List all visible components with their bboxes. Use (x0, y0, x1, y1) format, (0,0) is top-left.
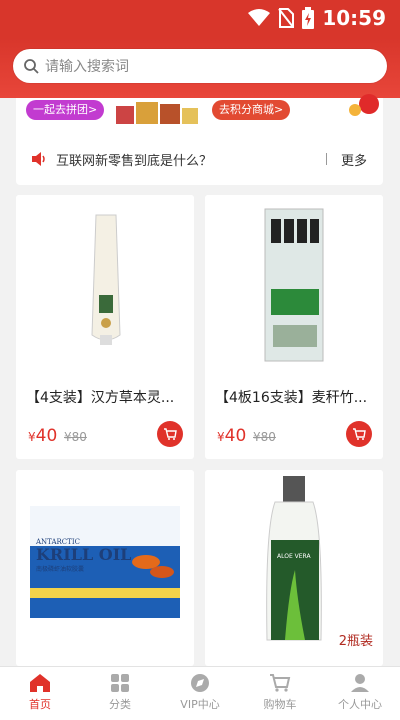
product-price: ¥40 (217, 426, 247, 446)
tab-label: 购物车 (263, 698, 297, 711)
person-icon (351, 674, 369, 692)
tab-label: VIP中心 (180, 698, 220, 711)
toothpaste-image (16, 195, 194, 375)
cart-icon (164, 428, 177, 440)
aloe-vera-bottle-image: ALOE VERA (205, 470, 383, 650)
original-price: ¥80 (64, 430, 87, 444)
divider (325, 153, 327, 165)
product-card[interactable]: 【4板16支装】麦秆竹... ¥40 ¥80 (205, 195, 383, 459)
search-icon (24, 59, 39, 74)
no-sim-icon (278, 8, 295, 28)
points-mall-button[interactable]: 去积分商城> (212, 100, 291, 120)
tab-home[interactable]: 首页 (0, 667, 80, 720)
more-link[interactable]: 更多 (341, 150, 367, 169)
add-to-cart-button[interactable] (346, 421, 372, 447)
product-title: 【4支装】汉方草本灵... (26, 390, 175, 406)
tab-label: 个人中心 (338, 698, 382, 711)
search-placeholder: 请输入搜索词 (45, 59, 129, 75)
news-headline[interactable]: 互联网新零售到底是什么？ (56, 150, 326, 169)
tab-label: 首页 (29, 698, 51, 711)
news-ticker[interactable]: 互联网新零售到底是什么？ 更多 (16, 133, 383, 185)
krill-oil-box-image: ANTARCTIC KRILL OIL 南极磷虾油软胶囊 (16, 470, 194, 650)
snack-products-image (116, 102, 198, 124)
search-input[interactable]: 请输入搜索词 (13, 49, 387, 83)
tab-profile[interactable]: 个人中心 (320, 667, 400, 720)
product-card[interactable]: ANTARCTIC KRILL OIL 南极磷虾油软胶囊 (16, 470, 194, 666)
home-icon (30, 674, 50, 692)
product-card[interactable]: 【4支装】汉方草本灵... ¥40 ¥80 (16, 195, 194, 459)
wifi-icon (248, 9, 271, 26)
tab-vip-center[interactable]: VIP中心 (160, 667, 240, 720)
tab-cart[interactable]: 购物车 (240, 667, 320, 720)
status-icons: 10:59 (248, 6, 386, 30)
tab-category[interactable]: 分类 (80, 667, 160, 720)
product-card[interactable]: ALOE VERA 2瓶装 (205, 470, 383, 666)
promo-banner: 一起去拼团> 去积分商城> (16, 94, 383, 133)
add-to-cart-button[interactable] (157, 421, 183, 447)
svg-text:南极磷虾油软胶囊: 南极磷虾油软胶囊 (36, 565, 84, 573)
cart-icon (353, 428, 366, 440)
battery-charging-icon (302, 7, 315, 29)
group-buy-button[interactable]: 一起去拼团> (26, 100, 105, 120)
toothbrush-pack-image (205, 195, 383, 375)
bottom-tab-bar: 首页 分类 VIP中心 购物车 个人中心 (0, 666, 400, 720)
status-bar: 10:59 (0, 0, 400, 38)
grid-icon (111, 674, 129, 692)
speaker-icon (32, 152, 45, 166)
product-title: 【4板16支装】麦秆竹... (215, 390, 368, 406)
pack-count-label: 2瓶装 (338, 634, 373, 649)
mascot-image (349, 94, 379, 116)
clock: 10:59 (322, 6, 386, 30)
svg-text:KRILL OIL: KRILL OIL (36, 545, 131, 564)
tab-label: 分类 (109, 698, 131, 711)
cart-icon (270, 674, 291, 692)
product-price: ¥40 (28, 426, 58, 446)
svg-text:ALOE VERA: ALOE VERA (277, 553, 311, 560)
original-price: ¥80 (253, 430, 276, 444)
header: 请输入搜索词 (0, 38, 400, 98)
compass-icon (191, 674, 209, 692)
